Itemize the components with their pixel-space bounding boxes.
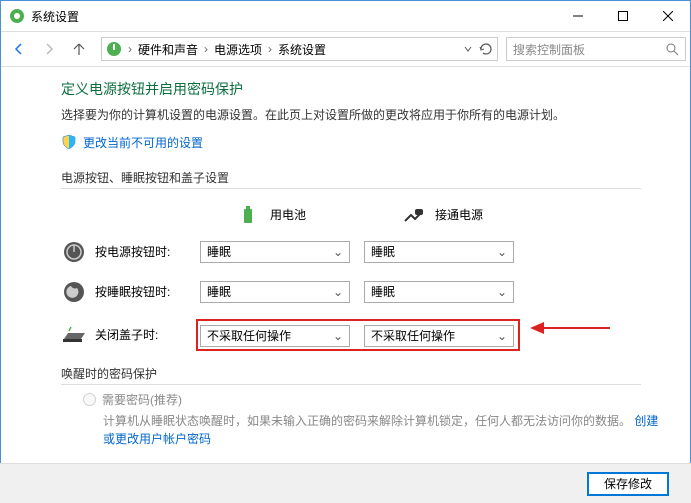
window-title: 系统设置 <box>31 8 555 25</box>
power-icon <box>106 41 122 57</box>
window-controls <box>555 1 690 31</box>
breadcrumb-segment[interactable]: 电源选项 <box>210 41 266 58</box>
battery-icon <box>236 203 260 227</box>
lid-icon <box>61 322 87 348</box>
row-label: 按睡眠按钮时: <box>95 283 200 300</box>
breadcrumb[interactable]: › 硬件和声音 › 电源选项 › 系统设置 <box>101 37 498 61</box>
section-title: 唤醒时的密码保护 <box>61 365 641 385</box>
sleep-button-icon <box>61 279 87 305</box>
chevron-down-icon: ⌄ <box>497 285 507 299</box>
footer: 保存修改 <box>0 463 691 503</box>
power-button-plugged-select[interactable]: 睡眠⌄ <box>364 241 514 263</box>
page-heading: 定义电源按钮并启用密码保护 <box>61 79 666 99</box>
plugged-column-header: 接通电源 <box>401 203 566 227</box>
row-label: 按电源按钮时: <box>95 243 200 260</box>
search-input[interactable]: 搜索控制面板 <box>506 37 686 61</box>
shield-icon <box>61 134 77 150</box>
search-placeholder: 搜索控制面板 <box>513 41 665 58</box>
breadcrumb-segment[interactable]: 系统设置 <box>274 41 330 58</box>
section-title: 电源按钮、睡眠按钮和盖子设置 <box>61 169 641 189</box>
row-label: 关闭盖子时: <box>95 326 200 343</box>
sleep-button-plugged-select[interactable]: 睡眠⌄ <box>364 281 514 303</box>
plug-icon <box>401 203 425 227</box>
chevron-right-icon: › <box>202 42 210 56</box>
maximize-button[interactable] <box>600 1 645 31</box>
column-headers: 用电池 接通电源 <box>61 203 666 227</box>
back-button[interactable] <box>5 35 33 63</box>
forward-button[interactable] <box>35 35 63 63</box>
chevron-down-icon: ⌄ <box>497 245 507 259</box>
up-button[interactable] <box>65 35 93 63</box>
password-required-option: 需要密码(推荐) <box>83 391 666 408</box>
app-icon <box>9 8 25 24</box>
navbar: › 硬件和声音 › 电源选项 › 系统设置 搜索控制面板 <box>1 31 690 67</box>
titlebar: 系统设置 <box>1 1 690 31</box>
arrow-annotation <box>530 318 610 338</box>
power-button-battery-select[interactable]: 睡眠⌄ <box>200 241 350 263</box>
minimize-button[interactable] <box>555 1 600 31</box>
close-button[interactable] <box>645 1 690 31</box>
save-button[interactable]: 保存修改 <box>587 472 669 496</box>
change-unavailable-settings-link[interactable]: 更改当前不可用的设置 <box>83 134 203 151</box>
chevron-right-icon: › <box>266 42 274 56</box>
password-required-desc: 计算机从睡眠状态唤醒时，如果未输入正确的密码来解除计算机锁定，任何人都无法访问你… <box>103 412 666 448</box>
power-button-row: 按电源按钮时: 睡眠⌄ 睡眠⌄ <box>61 239 666 265</box>
chevron-down-icon: ⌄ <box>497 329 507 343</box>
search-icon <box>665 42 679 56</box>
admin-link-row: 更改当前不可用的设置 <box>61 134 666 151</box>
radio-label: 需要密码(推荐) <box>102 391 182 408</box>
breadcrumb-dropdown[interactable] <box>464 42 493 56</box>
battery-column-header: 用电池 <box>236 203 401 227</box>
password-required-radio <box>83 393 96 406</box>
chevron-down-icon: ⌄ <box>333 245 343 259</box>
sleep-button-row: 按睡眠按钮时: 睡眠⌄ 睡眠⌄ <box>61 279 666 305</box>
power-button-icon <box>61 239 87 265</box>
chevron-right-icon: › <box>126 42 134 56</box>
lid-plugged-select[interactable]: 不采取任何操作⌄ <box>364 325 514 347</box>
chevron-down-icon: ⌄ <box>333 285 343 299</box>
page-description: 选择要为你的计算机设置的电源设置。在此页上对设置所做的更改将应用于你所有的电源计… <box>61 107 666 124</box>
sleep-button-battery-select[interactable]: 睡眠⌄ <box>200 281 350 303</box>
chevron-down-icon: ⌄ <box>333 329 343 343</box>
highlight-annotation: 不采取任何操作⌄ 不采取任何操作⌄ <box>196 319 520 351</box>
content-area: 定义电源按钮并启用密码保护 选择要为你的计算机设置的电源设置。在此页上对设置所做… <box>1 67 690 462</box>
lid-battery-select[interactable]: 不采取任何操作⌄ <box>200 325 350 347</box>
breadcrumb-segment[interactable]: 硬件和声音 <box>134 41 202 58</box>
